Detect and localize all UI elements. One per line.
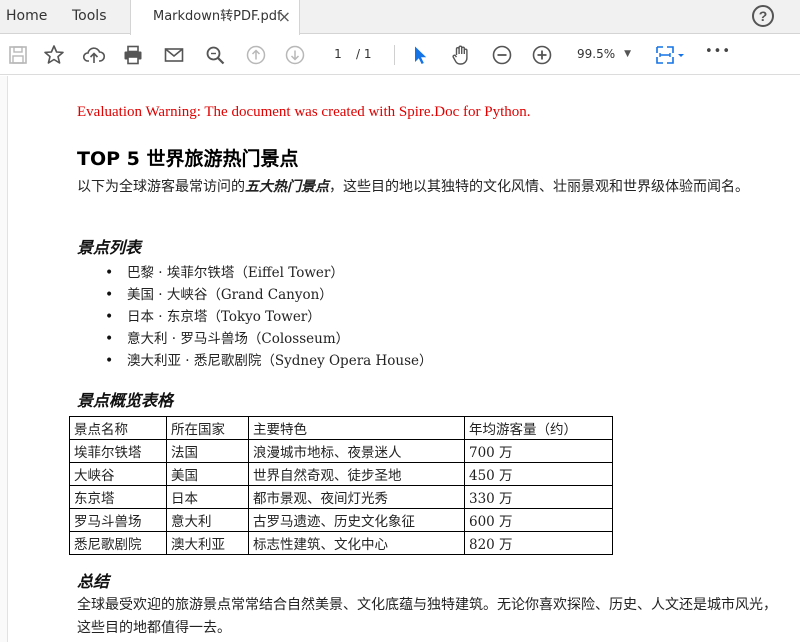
attraction-list: 巴黎 · 埃菲尔铁塔（Eiffel Tower） 美国 · 大峡谷（Grand … bbox=[105, 262, 433, 372]
table-cell: 700 万 bbox=[464, 439, 613, 463]
table-cell: 意大利 bbox=[166, 508, 249, 532]
table-header-row: 景点名称 所在国家 主要特色 年均游客量（约） bbox=[69, 416, 613, 440]
overview-table: 景点名称 所在国家 主要特色 年均游客量（约） 埃菲尔铁塔 法国 浪漫城市地标、… bbox=[69, 416, 613, 555]
zoom-level-select[interactable]: 99.5% ▼ bbox=[567, 43, 637, 65]
table-cell: 法国 bbox=[166, 439, 249, 463]
tab-document-label: Markdown转PDF.pdf bbox=[153, 9, 282, 24]
intro-emphasis: 五大热门景点 bbox=[245, 179, 329, 195]
evaluation-warning: Evaluation Warning: The document was cre… bbox=[77, 104, 531, 120]
more-icon[interactable]: ••• bbox=[705, 44, 731, 59]
table-row: 罗马斗兽场 意大利 古罗马遗迹、历史文化象征 600 万 bbox=[69, 508, 613, 532]
table-row: 埃菲尔铁塔 法国 浪漫城市地标、夜景迷人 700 万 bbox=[69, 439, 613, 463]
list-item: 澳大利亚 · 悉尼歌剧院（Sydney Opera House） bbox=[105, 350, 433, 372]
list-item: 日本 · 东京塔（Tokyo Tower） bbox=[105, 306, 433, 328]
mail-icon[interactable] bbox=[162, 43, 186, 67]
zoom-level-value: 99.5% bbox=[577, 47, 616, 61]
zoom-in-icon[interactable] bbox=[530, 43, 554, 67]
star-icon[interactable] bbox=[42, 43, 66, 67]
table-cell: 澳大利亚 bbox=[166, 531, 249, 555]
document-title: TOP 5 世界旅游热门景点 bbox=[77, 148, 299, 170]
tab-home[interactable]: Home bbox=[0, 0, 52, 34]
hand-icon[interactable] bbox=[449, 43, 473, 67]
table-row: 东京塔 日本 都市景观、夜间灯光秀 330 万 bbox=[69, 485, 613, 509]
table-cell: 日本 bbox=[166, 485, 249, 509]
summary-heading: 总结 bbox=[77, 572, 110, 591]
table-cell: 330 万 bbox=[464, 485, 613, 509]
table-cell: 都市景观、夜间灯光秀 bbox=[248, 485, 465, 509]
page-total: / 1 bbox=[356, 47, 372, 61]
table-cell: 450 万 bbox=[464, 462, 613, 486]
tab-document[interactable]: Markdown转PDF.pdf × bbox=[130, 0, 300, 35]
table-header-cell: 所在国家 bbox=[166, 416, 249, 440]
tab-tools[interactable]: Tools bbox=[56, 0, 128, 34]
table-header-cell: 景点名称 bbox=[69, 416, 167, 440]
print-icon[interactable] bbox=[121, 43, 145, 67]
intro-paragraph: 以下为全球游客最常访问的五大热门景点，这些目的地以其独特的文化风情、壮丽景观和世… bbox=[77, 176, 777, 198]
list-item: 意大利 · 罗马斗兽场（Colosseum） bbox=[105, 328, 433, 350]
intro-text-start: 以下为全球游客最常访问的 bbox=[77, 179, 245, 195]
list-item: 美国 · 大峡谷（Grand Canyon） bbox=[105, 284, 433, 306]
close-tab-icon[interactable]: × bbox=[278, 0, 291, 33]
upload-icon[interactable] bbox=[82, 43, 106, 67]
table-header-cell: 年均游客量（约） bbox=[464, 416, 613, 440]
page-up-icon[interactable] bbox=[244, 43, 268, 67]
summary-paragraph: 全球最受欢迎的旅游景点常常结合自然美景、文化底蕴与独特建筑。无论你喜欢探险、历史… bbox=[77, 597, 777, 636]
table-cell: 世界自然奇观、徒步圣地 bbox=[248, 462, 465, 486]
table-heading: 景点概览表格 bbox=[77, 391, 174, 410]
table-cell: 古罗马遗迹、历史文化象征 bbox=[248, 508, 465, 532]
list-heading: 景点列表 bbox=[77, 238, 142, 257]
table-cell: 埃菲尔铁塔 bbox=[69, 439, 167, 463]
table-row: 悉尼歌剧院 澳大利亚 标志性建筑、文化中心 820 万 bbox=[69, 531, 613, 555]
table-cell: 浪漫城市地标、夜景迷人 bbox=[248, 439, 465, 463]
page-number-input[interactable]: 1 bbox=[324, 43, 352, 65]
save-icon[interactable] bbox=[6, 43, 30, 67]
table-header-cell: 主要特色 bbox=[248, 416, 465, 440]
zoom-out-icon[interactable] bbox=[490, 43, 514, 67]
table-cell: 美国 bbox=[166, 462, 249, 486]
tab-bar: Home Tools Markdown转PDF.pdf × ? bbox=[0, 0, 800, 35]
table-cell: 东京塔 bbox=[69, 485, 167, 509]
toolbar: 1 / 1 99.5% ▼ ••• bbox=[0, 35, 800, 75]
select-arrow-icon[interactable] bbox=[408, 43, 432, 67]
zoom-search-icon[interactable] bbox=[203, 43, 227, 67]
table-cell: 罗马斗兽场 bbox=[69, 508, 167, 532]
table-cell: 600 万 bbox=[464, 508, 613, 532]
fit-page-icon[interactable] bbox=[652, 43, 686, 67]
help-icon[interactable]: ? bbox=[752, 5, 774, 27]
page-down-icon[interactable] bbox=[283, 43, 307, 67]
table-cell: 标志性建筑、文化中心 bbox=[248, 531, 465, 555]
list-item: 巴黎 · 埃菲尔铁塔（Eiffel Tower） bbox=[105, 262, 433, 284]
intro-text-end: ，这些目的地以其独特的文化风情、壮丽景观和世界级体验而闻名。 bbox=[329, 179, 749, 195]
table-row: 大峡谷 美国 世界自然奇观、徒步圣地 450 万 bbox=[69, 462, 613, 486]
left-panel-edge bbox=[0, 76, 8, 642]
table-cell: 820 万 bbox=[464, 531, 613, 555]
document-page: Evaluation Warning: The document was cre… bbox=[9, 76, 800, 642]
chevron-down-icon: ▼ bbox=[624, 49, 631, 59]
table-cell: 悉尼歌剧院 bbox=[69, 531, 167, 555]
toolbar-divider bbox=[394, 45, 395, 65]
table-cell: 大峡谷 bbox=[69, 462, 167, 486]
